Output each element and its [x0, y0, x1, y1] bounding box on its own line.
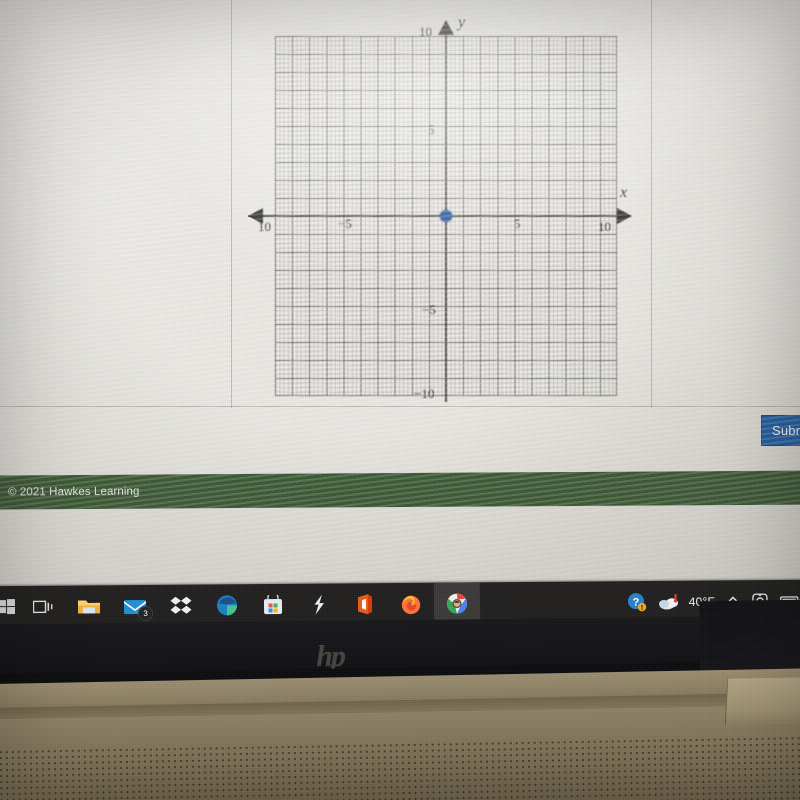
lightning-bolt-icon	[314, 594, 324, 615]
chrome-icon	[446, 593, 467, 614]
office-icon	[357, 594, 373, 615]
x-axis-line	[248, 215, 620, 217]
x-axis-right-arrow-icon	[617, 208, 632, 224]
y-axis-label: y	[458, 14, 466, 31]
laptop-hinge-tab	[724, 677, 800, 725]
laptop-base-body	[0, 704, 800, 800]
content-divider	[0, 406, 800, 407]
mail-unread-badge: 3	[138, 605, 154, 622]
y-axis-up-arrow-icon	[438, 20, 454, 35]
submit-button-label: Subm	[772, 423, 800, 438]
help-question-icon[interactable]: ?	[627, 592, 647, 612]
submit-button[interactable]: Subm	[761, 415, 800, 446]
page-footer: © 2021 Hawkes Learning	[0, 470, 800, 510]
x-tick-5: 5	[514, 216, 521, 231]
folder-icon	[77, 600, 101, 614]
plotted-point-origin[interactable]	[440, 210, 452, 222]
file-explorer-button[interactable]	[66, 585, 112, 627]
firefox-icon	[401, 595, 421, 615]
start-button[interactable]	[0, 586, 20, 628]
speaker-grille	[0, 734, 800, 800]
content-right-border	[651, 0, 652, 408]
microsoft-store-button[interactable]	[250, 584, 296, 626]
windows-logo-icon	[0, 599, 16, 615]
weather-cloud-icon[interactable]	[658, 592, 682, 612]
laptop-screen: y x 10 5 −5 −10 10 −5 5 10 Subm © 2021 H…	[0, 0, 800, 590]
lightning-app-button[interactable]	[296, 583, 342, 625]
office-button[interactable]	[342, 583, 388, 625]
coordinate-plane-graph[interactable]: y x 10 5 −5 −10 10 −5 5 10	[248, 12, 633, 404]
dropbox-icon	[170, 596, 192, 614]
mail-button[interactable]: 3	[112, 585, 158, 627]
footer-copyright: © 2021 Hawkes Learning	[7, 485, 140, 499]
x-tick-10: 10	[598, 219, 611, 234]
task-view-button[interactable]	[20, 586, 66, 628]
laptop-photo: y x 10 5 −5 −10 10 −5 5 10 Subm © 2021 H…	[0, 0, 800, 800]
x-axis-label: x	[620, 184, 628, 201]
y-tick-neg10: −10	[414, 386, 435, 401]
y-tick-neg5: −5	[422, 302, 436, 317]
x-tick-neg5: −5	[338, 216, 352, 231]
edge-button[interactable]	[204, 584, 250, 626]
y-tick-10: 10	[419, 24, 432, 39]
content-left-border	[231, 0, 232, 408]
x-tick-neg10: 10	[258, 219, 271, 234]
store-icon	[263, 594, 283, 615]
y-tick-5: 5	[428, 122, 435, 137]
task-view-icon	[32, 600, 53, 614]
dropbox-button[interactable]	[158, 585, 204, 627]
edge-icon	[217, 595, 238, 616]
